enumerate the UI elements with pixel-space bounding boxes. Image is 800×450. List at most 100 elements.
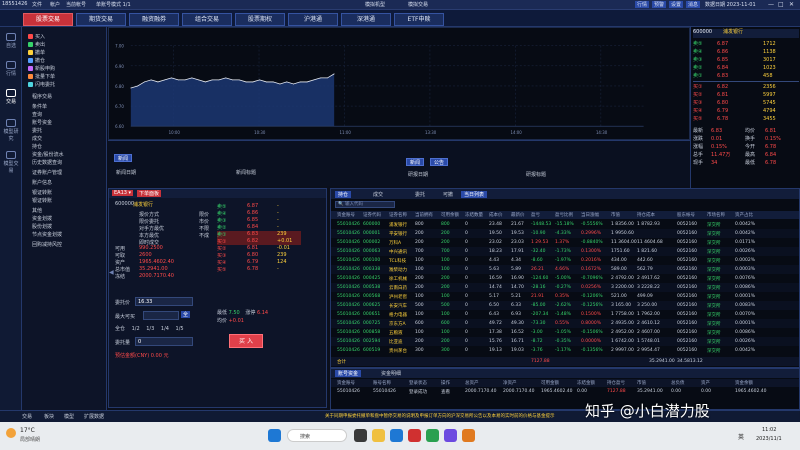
grid-header-cell[interactable]: 资金账号 xyxy=(337,212,355,218)
rail-market[interactable]: 行情 xyxy=(2,61,20,77)
order-book-sell-row[interactable]: 卖② 6.84 - xyxy=(217,224,301,231)
order-book-buy-row[interactable]: 买④ 6.79 124 xyxy=(217,259,301,266)
status-tab-model[interactable]: 模型 xyxy=(64,413,74,420)
tab-hk-sz[interactable]: 深港通 xyxy=(341,13,391,26)
buy-button[interactable]: 买 入 xyxy=(229,334,263,348)
grid-tab-positions[interactable]: 持仓 xyxy=(335,191,352,198)
order-stock-code[interactable]: 600000 xyxy=(115,201,134,207)
table-row[interactable]: 55010426 000858 五粮液 100 100 0 17.38 16.52 -3.00 -… xyxy=(331,328,799,337)
grid-header-cell[interactable]: 最新价 xyxy=(511,212,525,218)
grid-header-cell[interactable]: 持仓成本 xyxy=(637,212,655,218)
table-row[interactable]: 55010426 000725 京东方A 600 600 0 49.72 49.30 -73.3… xyxy=(331,319,799,328)
table-row[interactable]: 55010426 000568 泸州老窖 100 100 0 5.17 5.21 21.91 0.… xyxy=(331,292,799,301)
grid-header-cell[interactable]: 成本价 xyxy=(489,212,503,218)
app-icon-4[interactable] xyxy=(462,429,475,442)
order-mode-option[interactable]: 限价 xyxy=(199,211,209,218)
order-book-buy-row[interactable]: 买② 6.81 -0.01 xyxy=(217,245,301,252)
news-button-mid[interactable]: 新闻 xyxy=(406,158,425,166)
ratio-half[interactable]: 1/2 xyxy=(132,326,140,332)
order-book-buy-row[interactable]: 买① 6.82 +0.01 xyxy=(217,238,301,245)
order-book-sell-row[interactable]: 卖① 6.83 239 xyxy=(217,231,301,238)
grid-header-cell[interactable]: 当日涨幅 xyxy=(581,212,599,218)
tab-hk-sh[interactable]: 沪港通 xyxy=(288,13,338,26)
table-row[interactable]: 55010426 000538 云南白药 200 200 0 14.74 14.70 -28.1… xyxy=(331,283,799,292)
tree-item[interactable]: 条件单 xyxy=(32,103,47,110)
tree-item[interactable]: 银证转账 xyxy=(32,189,52,196)
tree-item[interactable]: 新股申购 xyxy=(28,65,55,72)
task-view-icon[interactable] xyxy=(354,429,367,442)
tree-item[interactable]: 股份划拨 xyxy=(32,223,52,230)
table-row[interactable]: 55010426 000063 中兴通讯 700 700 0 18.23 17.91 -32.4… xyxy=(331,247,799,256)
status-tab-sector[interactable]: 板块 xyxy=(44,413,54,420)
grid-header-cell[interactable]: 市场名称 xyxy=(707,212,725,218)
rail-model-research[interactable]: 模型研究 xyxy=(2,119,20,142)
grid-header-cell[interactable]: 资产占比 xyxy=(735,212,753,218)
order-type-option[interactable]: 本方最优 xyxy=(139,232,159,239)
tree-item[interactable]: 卖出 xyxy=(28,41,45,48)
quote-button[interactable]: 行情 xyxy=(635,1,650,8)
tab-etf[interactable]: ETF申赎 xyxy=(394,13,444,26)
minimize-icon[interactable]: — xyxy=(768,1,774,8)
windows-start-icon[interactable] xyxy=(268,429,281,442)
menu-file[interactable]: 文件 xyxy=(32,1,42,8)
price-chart[interactable]: 7.00 6.90 6.80 6.70 6.60 10:00 10:30 11:00 13:30… xyxy=(108,27,690,140)
tree-item[interactable]: 账户信息 xyxy=(32,179,52,186)
ratio-all[interactable]: 全仓 xyxy=(115,326,125,332)
order-panel-tab[interactable]: 下单面板 xyxy=(137,190,162,197)
grid-header-cell[interactable]: 可用余额 xyxy=(441,212,459,218)
order-mode-option[interactable]: 不限 xyxy=(199,225,209,232)
table-row[interactable]: 55010426 000338 潍柴动力 100 100 0 5.63 5.89 26.21 4.… xyxy=(331,265,799,274)
order-mode-option[interactable]: 不成 xyxy=(199,232,209,239)
ratio-quarter[interactable]: 1/4 xyxy=(161,326,169,332)
order-type-option[interactable]: 报价方式 xyxy=(139,211,159,218)
price-input[interactable]: 16.33 xyxy=(135,297,193,306)
tree-item[interactable]: 撤仓 xyxy=(28,57,45,64)
tree-item[interactable]: 银证转账 xyxy=(32,197,52,204)
table-row[interactable]: 55010426 000425 徐工机械 200 200 0 16.59 16.90 -124.… xyxy=(331,274,799,283)
weather-icon[interactable] xyxy=(6,428,16,438)
app-icon-3[interactable] xyxy=(444,429,457,442)
input-language[interactable]: 英 xyxy=(738,432,744,441)
table-row[interactable]: 55010426 002594 比亚迪 200 200 0 15.76 16.71 -8.72 -… xyxy=(331,337,799,346)
account-mode[interactable]: 单账号模式 1/1 xyxy=(96,1,131,8)
tab-futures[interactable]: 期货交易 xyxy=(76,13,126,26)
news-button-left[interactable]: 新闻 xyxy=(114,154,133,162)
menu-current-account[interactable]: 当前帐号 xyxy=(66,1,86,8)
order-template-select[interactable]: EA13 ▾ xyxy=(112,190,134,196)
tree-item[interactable]: 资金/股份流水 xyxy=(32,151,64,158)
app-icon-1[interactable] xyxy=(408,429,421,442)
order-book-buy-row[interactable]: 买③ 6.80 239 xyxy=(217,252,301,259)
tree-item[interactable]: 委托 xyxy=(32,127,42,134)
table-row[interactable]: 55010426 600519 贵州茅台 300 300 0 19.13 19.03 -3.76… xyxy=(331,346,799,355)
tree-item[interactable]: 批量下单 xyxy=(28,73,55,80)
ratio-fifth[interactable]: 1/5 xyxy=(176,326,184,332)
grid-header-cell[interactable]: 盈亏 xyxy=(531,212,540,218)
tree-item[interactable]: 账号资金 xyxy=(32,119,52,126)
rail-model-trade[interactable]: 模型交易 xyxy=(2,151,20,174)
table-row[interactable]: 55010426 600000 浦发银行 800 800 0 23.48 21.67 -1448… xyxy=(331,220,799,229)
order-book-buy-row[interactable]: 买⑤ 6.78 - xyxy=(217,266,301,273)
tree-item[interactable]: 证券账户管理 xyxy=(32,169,62,176)
file-explorer-icon[interactable] xyxy=(372,429,385,442)
status-tab-extended[interactable]: 扩展数据 xyxy=(84,413,104,420)
grid-header-cell[interactable]: 市值 xyxy=(611,212,620,218)
table-row[interactable]: 55010426 000651 格力电器 100 100 0 6.43 6.93 -207.34… xyxy=(331,310,799,319)
taskbar-search[interactable]: 搜索 xyxy=(287,429,347,442)
announce-button[interactable]: 公告 xyxy=(430,158,449,166)
grid-header-cell[interactable]: 证券名称 xyxy=(389,212,407,218)
table-row[interactable]: 55010426 000100 TCL科技 100 100 0 4.43 4.34 -8.60 -… xyxy=(331,256,799,265)
order-book-sell-row[interactable]: 卖③ 6.85 - xyxy=(217,217,301,224)
order-book-sell-row[interactable]: 卖⑤ 6.87 - xyxy=(217,203,301,210)
menu-account[interactable]: 帐户 xyxy=(50,1,60,8)
order-mode-option[interactable]: 市价 xyxy=(199,218,209,225)
rail-watchlist[interactable]: 自选 xyxy=(2,33,20,49)
app-icon-2[interactable] xyxy=(426,429,439,442)
maximize-icon[interactable]: □ xyxy=(778,1,784,8)
grid-tab-orders[interactable]: 委托 xyxy=(415,191,425,198)
grid-header-cell[interactable]: 证券代码 xyxy=(363,212,381,218)
tree-item[interactable]: 回购减持风控 xyxy=(32,241,62,248)
account-grid-row[interactable]: 55010426 55010426 登录成功 查看 2000.7170.40 2000.7… xyxy=(331,388,799,396)
tab-margin[interactable]: 融资融券 xyxy=(129,13,179,26)
order-type-option[interactable]: 对手方最优 xyxy=(139,225,164,232)
table-row[interactable]: 55010426 000002 万科A 200 200 0 23.02 23.03 1 29.5… xyxy=(331,238,799,247)
